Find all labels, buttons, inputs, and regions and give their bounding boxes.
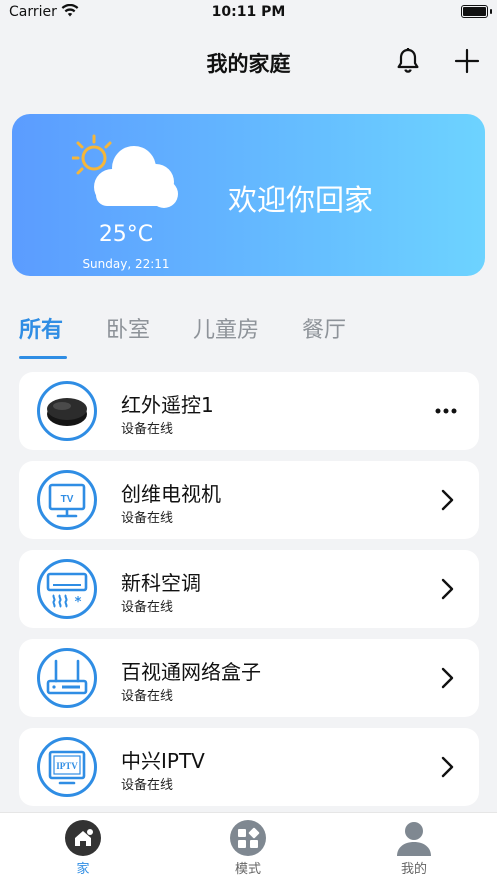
chevron-right-icon[interactable] (435, 665, 459, 691)
tabbar-home[interactable]: 家 (43, 819, 123, 877)
iptv-icon: IPTV (37, 737, 97, 797)
device-card-tv[interactable]: TV 创维电视机 设备在线 (19, 461, 479, 539)
device-card-network-box[interactable]: 百视通网络盒子 设备在线 (19, 639, 479, 717)
tv-icon: TV (37, 470, 97, 530)
ir-remote-icon (37, 381, 97, 441)
svg-text:TV: TV (61, 494, 74, 505)
more-icon[interactable] (433, 398, 459, 424)
battery-icon (461, 5, 492, 18)
device-name: 创维电视机 (121, 482, 221, 506)
room-tabs: 所有 卧室 儿童房 餐厅 (0, 312, 497, 360)
svg-text:IPTV: IPTV (56, 761, 78, 771)
chevron-right-icon[interactable] (435, 576, 459, 602)
device-card-iptv[interactable]: IPTV 中兴IPTV 设备在线 (19, 728, 479, 806)
welcome-message: 欢迎你回家 (228, 183, 374, 217)
air-conditioner-icon: * (37, 559, 97, 619)
device-card-ir-remote[interactable]: 红外遥控1 设备在线 (19, 372, 479, 450)
temperature: 25°C (98, 222, 154, 247)
device-status: 设备在线 (121, 422, 174, 437)
network-box-icon (37, 648, 97, 708)
profile-icon (397, 822, 431, 856)
device-status: 设备在线 (121, 689, 174, 704)
tabbar-label: 家 (76, 862, 90, 877)
tab-all[interactable]: 所有 (19, 312, 63, 344)
header: 我的家庭 (0, 38, 497, 84)
tab-indicator (19, 356, 67, 359)
tabbar-mode[interactable]: 模式 (208, 819, 288, 877)
device-status: 设备在线 (121, 778, 174, 793)
bell-icon[interactable] (393, 46, 423, 76)
chevron-right-icon[interactable] (435, 487, 459, 513)
clock: 10:11 PM (211, 4, 286, 20)
chevron-right-icon[interactable] (435, 754, 459, 780)
home-icon (65, 820, 101, 856)
tabbar-label: 模式 (234, 862, 261, 877)
tab-bedroom[interactable]: 卧室 (106, 312, 150, 344)
mode-icon (230, 820, 266, 856)
device-name: 新科空调 (121, 571, 201, 595)
tab-kids-room[interactable]: 儿童房 (193, 312, 259, 344)
tab-dining-room[interactable]: 餐厅 (302, 312, 346, 344)
device-name: 中兴IPTV (121, 749, 205, 773)
partly-cloudy-icon (70, 132, 192, 232)
status-bar: Carrier 10:11 PM (0, 0, 497, 26)
weather-date: Sunday, 22:11 (82, 257, 170, 271)
bottom-tab-bar: 家 模式 我的 (0, 812, 497, 883)
svg-text:*: * (75, 595, 82, 610)
weather-banner: 25°C Sunday, 22:11 欢迎你回家 (12, 114, 485, 276)
device-name: 百视通网络盒子 (121, 660, 261, 684)
tabbar-profile[interactable]: 我的 (374, 819, 454, 877)
device-card-air-conditioner[interactable]: * 新科空调 设备在线 (19, 550, 479, 628)
device-status: 设备在线 (121, 600, 174, 615)
device-status: 设备在线 (121, 511, 174, 526)
tabbar-label: 我的 (400, 862, 427, 877)
add-icon[interactable] (452, 46, 482, 76)
device-name: 红外遥控1 (121, 393, 214, 417)
